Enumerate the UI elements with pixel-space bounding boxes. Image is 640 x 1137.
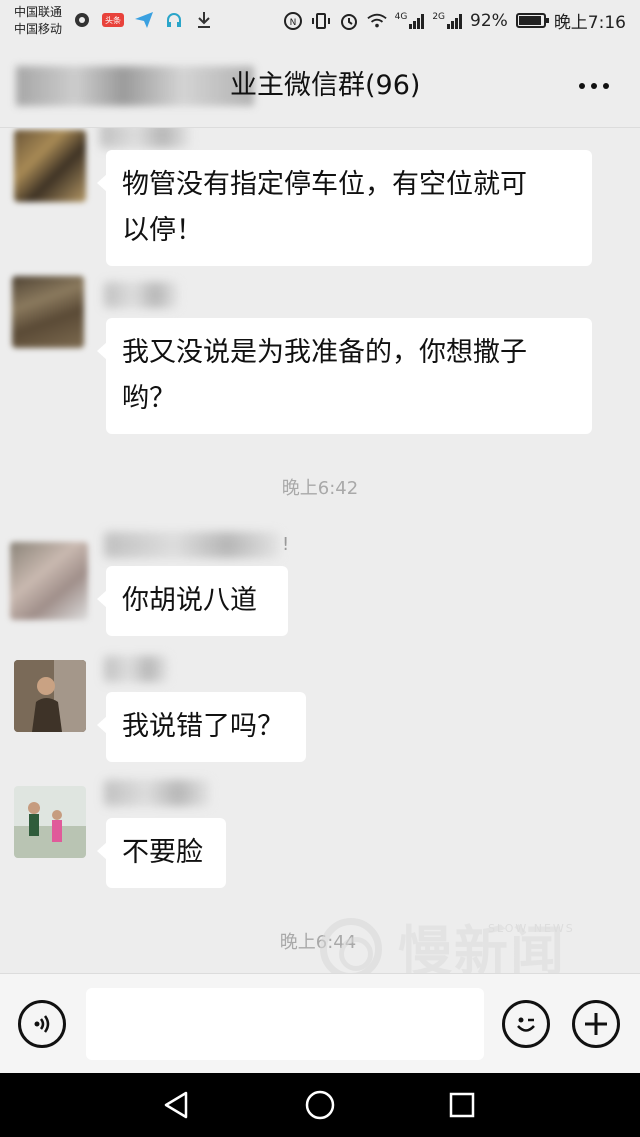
redacted-sender-name (104, 282, 178, 308)
send-arrow-icon (134, 10, 154, 30)
recents-icon (449, 1092, 475, 1118)
data-saver-icon: N (283, 11, 303, 31)
signal-bars-icon (409, 13, 425, 29)
signal-4g-indicator: 4G (394, 11, 425, 29)
message-bubble[interactable]: 物管没有指定停车位，有空位就可 以停！ (97, 150, 592, 266)
more-icon (603, 83, 609, 89)
carrier-info: 中国联通 中国移动 (14, 4, 62, 38)
toutiao-badge-icon: 头条 (102, 13, 124, 27)
slow-news-logo-icon (320, 918, 382, 980)
emoji-button[interactable] (502, 1000, 550, 1048)
person-photo-icon (14, 660, 86, 732)
message-bubble[interactable]: 你胡说八道 (97, 566, 288, 636)
time-divider: 晚上6:42 (281, 478, 359, 499)
more-icon (591, 83, 597, 89)
battery-icon (515, 13, 549, 28)
more-icon (579, 83, 585, 89)
avatar[interactable] (14, 130, 86, 202)
emoji-icon (517, 1017, 535, 1032)
message-text-line: 我又没说是为我准备的，你想撒子 (122, 337, 527, 368)
network-4g-label: 4G (394, 11, 408, 22)
chat-header: 业主微信群(96) (0, 44, 640, 128)
app-notification-icon (72, 10, 92, 30)
notification-icons: 头条 (72, 10, 214, 30)
vibrate-icon (311, 11, 331, 31)
message-text: 我说错了吗？ (122, 711, 284, 742)
avatar[interactable] (14, 786, 86, 858)
message-text-line: 哟？ (122, 383, 176, 414)
message-bubble[interactable]: 我说错了吗？ (97, 692, 306, 762)
voice-input-button[interactable] (18, 1000, 66, 1048)
redacted-sender-name (104, 532, 280, 558)
more-functions-button[interactable] (572, 1000, 620, 1048)
redacted-sender-name (104, 656, 168, 682)
battery-percent: 92% (470, 10, 508, 31)
message-text: 你胡说八道 (122, 585, 257, 616)
nav-home-button[interactable] (300, 1087, 340, 1123)
redacted-sender-name (100, 128, 190, 148)
avatar[interactable] (10, 542, 88, 620)
redacted-title-part (16, 66, 254, 106)
home-icon (305, 1090, 335, 1120)
message-bubble[interactable]: 不要脸 (97, 818, 226, 888)
carrier-2: 中国移动 (14, 22, 63, 36)
nav-back-button[interactable] (156, 1087, 196, 1123)
wifi-icon (366, 11, 387, 31)
sender-name-tail: ! (282, 534, 290, 555)
redacted-sender-name (104, 780, 210, 806)
more-options-button[interactable] (572, 68, 616, 104)
headset-icon (164, 10, 184, 30)
alarm-icon (339, 11, 359, 31)
message-text-line: 以停！ (122, 215, 203, 246)
plus-icon (585, 1013, 607, 1035)
message-text-input[interactable] (86, 988, 484, 1060)
carrier-1: 中国联通 (14, 5, 63, 19)
clock: 晚上7:16 (553, 13, 626, 33)
avatar[interactable] (14, 660, 86, 732)
voice-icon (34, 1015, 50, 1033)
network-2g-label: 2G (432, 11, 446, 22)
message-input-bar (0, 973, 640, 1073)
system-navigation-bar (0, 1073, 640, 1137)
signal-2g-indicator: 2G (432, 11, 463, 29)
chat-title: 业主微信群(96) (230, 70, 421, 101)
message-bubble[interactable]: 我又没说是为我准备的，你想撒子 哟？ (97, 318, 592, 434)
message-text: 不要脸 (122, 837, 203, 868)
person-photo-icon (14, 786, 86, 858)
message-text-line: 物管没有指定停车位，有空位就可 (122, 169, 527, 200)
nav-recents-button[interactable] (442, 1087, 482, 1123)
download-icon (194, 10, 214, 30)
watermark-subtext: SLOW NEWS (488, 922, 575, 935)
system-indicators: N 4G 2G 92% 晚上7:16 (283, 8, 626, 33)
signal-bars-icon (447, 13, 463, 29)
chat-message-list[interactable]: 物管没有指定停车位，有空位就可 以停！ 我又没说是为我准备的，你想撒子 哟？ 晚… (0, 128, 640, 973)
svg-text:N: N (289, 18, 296, 28)
status-bar: 中国联通 中国移动 头条 N 4G 2G 92% 晚上7:16 (0, 0, 640, 44)
avatar[interactable] (12, 276, 84, 348)
back-icon (164, 1091, 188, 1119)
